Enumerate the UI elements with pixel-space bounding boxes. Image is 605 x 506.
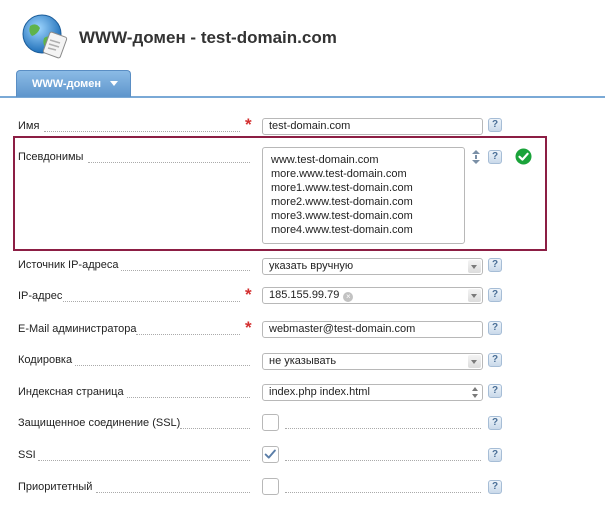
help-icon[interactable]: ? — [488, 118, 502, 132]
ip-select[interactable]: 185.155.99.79 × — [262, 287, 483, 304]
dropdown-arrow-icon — [468, 289, 481, 302]
field-leader — [285, 428, 481, 429]
alias-line: www.test-domain.com — [271, 154, 379, 166]
label-leader — [136, 334, 240, 335]
ssl-checkbox[interactable] — [262, 414, 279, 431]
dropdown-arrow-icon — [468, 355, 481, 368]
required-mark: * — [245, 318, 252, 337]
label-leader — [88, 162, 250, 163]
name-input[interactable]: test-domain.com — [262, 118, 483, 135]
spinner-icon[interactable] — [470, 386, 480, 399]
help-icon[interactable]: ? — [488, 416, 502, 430]
chevron-down-icon — [110, 81, 118, 86]
ssl-label: Защищенное соединение (SSL) — [18, 417, 181, 429]
label-leader — [38, 460, 250, 461]
field-leader — [285, 460, 481, 461]
aliases-textarea[interactable]: www.test-domain.com more.www.test-domain… — [262, 147, 465, 244]
admin-email-label: E-Mail администратора — [18, 323, 137, 335]
help-icon[interactable]: ? — [488, 150, 502, 164]
ssi-checkbox[interactable] — [262, 446, 279, 463]
label-leader — [63, 301, 240, 302]
alias-line: more3.www.test-domain.com — [271, 210, 413, 222]
label-leader — [44, 131, 240, 132]
label-leader — [96, 492, 250, 493]
label-leader — [127, 397, 250, 398]
admin-email-input[interactable]: webmaster@test-domain.com — [262, 321, 483, 338]
help-icon[interactable]: ? — [488, 480, 502, 494]
tab-label: WWW-домен — [32, 78, 102, 90]
resize-icon[interactable] — [471, 150, 481, 164]
help-icon[interactable]: ? — [488, 258, 502, 272]
remove-chip-icon[interactable]: × — [343, 292, 354, 302]
alias-line: more.www.test-domain.com — [271, 168, 407, 180]
ip-source-select[interactable]: указать вручную — [262, 258, 483, 275]
name-label: Имя — [18, 120, 40, 132]
label-leader — [121, 270, 250, 271]
index-page-input[interactable]: index.php index.html — [262, 384, 483, 401]
dropdown-arrow-icon — [468, 260, 481, 273]
checkmark-icon — [264, 449, 276, 459]
required-mark: * — [245, 285, 252, 304]
globe-document-icon — [22, 14, 68, 59]
priority-label: Приоритетный — [18, 481, 93, 493]
encoding-label: Кодировка — [18, 354, 73, 366]
tab-www-domain[interactable]: WWW-домен — [16, 70, 131, 97]
help-icon[interactable]: ? — [488, 353, 502, 367]
help-icon[interactable]: ? — [488, 321, 502, 335]
ssi-label: SSI — [18, 449, 36, 461]
ip-label: IP-адрес — [18, 290, 63, 302]
field-leader — [285, 492, 481, 493]
encoding-select[interactable]: не указывать — [262, 353, 483, 370]
alias-line: more4.www.test-domain.com — [271, 224, 413, 236]
check-circle-icon — [515, 148, 532, 165]
ip-chip: 185.155.99.79 × — [269, 289, 354, 302]
help-icon[interactable]: ? — [488, 384, 502, 398]
alias-line: more1.www.test-domain.com — [271, 182, 413, 194]
label-leader — [180, 428, 250, 429]
required-mark: * — [245, 115, 252, 134]
label-leader — [75, 365, 250, 366]
index-page-label: Индексная страница — [18, 386, 124, 398]
aliases-label: Псевдонимы — [18, 151, 84, 163]
alias-line: more2.www.test-domain.com — [271, 196, 413, 208]
ip-source-label: Источник IP-адреса — [18, 259, 119, 271]
page-title: WWW-домен - test-domain.com — [79, 28, 337, 47]
help-icon[interactable]: ? — [488, 288, 502, 302]
help-icon[interactable]: ? — [488, 448, 502, 462]
priority-checkbox[interactable] — [262, 478, 279, 495]
